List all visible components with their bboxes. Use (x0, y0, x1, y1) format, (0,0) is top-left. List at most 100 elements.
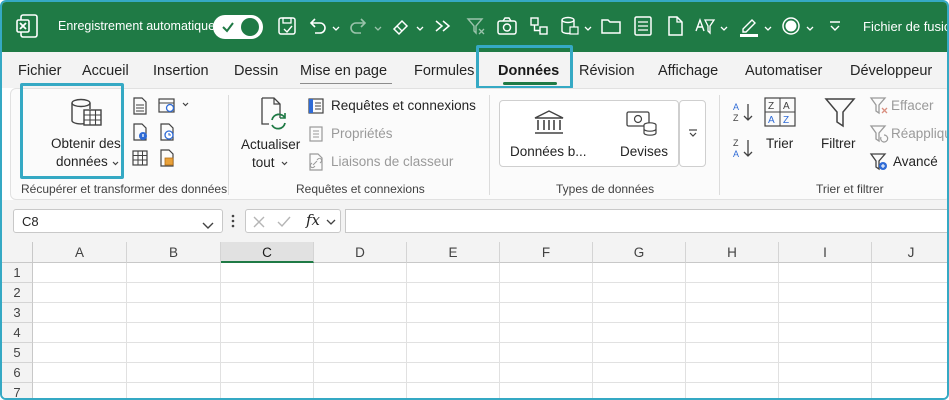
grid-cell[interactable] (686, 343, 779, 363)
grid-cell[interactable] (407, 303, 500, 323)
filter-label[interactable]: Filtrer (821, 136, 856, 151)
grid-cell[interactable] (872, 343, 947, 363)
grid-cell[interactable] (872, 263, 947, 283)
grid-cell[interactable] (314, 263, 407, 283)
grid-cell[interactable] (779, 343, 872, 363)
confirm-icon[interactable] (277, 215, 291, 229)
row-header-7[interactable]: 7 (2, 383, 33, 398)
grid-cell[interactable] (314, 343, 407, 363)
column-header-b[interactable]: B (127, 242, 221, 263)
database-dropdown-icon[interactable] (584, 20, 592, 31)
grid-cell[interactable] (127, 383, 221, 398)
grid-cell[interactable] (407, 263, 500, 283)
tab-developpeur[interactable]: Développeur (850, 63, 932, 79)
grid-cell[interactable] (500, 363, 593, 383)
data-types-more-button[interactable] (679, 100, 706, 167)
grid-cell[interactable] (779, 303, 872, 323)
grid-cell[interactable] (127, 283, 221, 303)
currencies-label[interactable]: Devises (620, 144, 668, 159)
grid-cell[interactable] (500, 303, 593, 323)
database-icon[interactable] (558, 15, 580, 37)
grid-cell[interactable] (686, 323, 779, 343)
refresh-all-label-line1[interactable]: Actualiser (241, 137, 300, 152)
column-header-a[interactable]: A (33, 242, 127, 263)
row-header-5[interactable]: 5 (2, 343, 33, 363)
grid-cell[interactable] (686, 303, 779, 323)
advanced-filter-icon[interactable] (869, 152, 889, 172)
eraser-icon[interactable] (390, 15, 412, 37)
formula-input[interactable] (345, 209, 947, 233)
grid-cell[interactable] (221, 303, 314, 323)
column-header-h[interactable]: H (686, 242, 779, 263)
name-box[interactable]: C8 (13, 209, 223, 233)
grid-cell[interactable] (872, 323, 947, 343)
grid-cell[interactable] (593, 283, 686, 303)
grid-cell[interactable] (872, 303, 947, 323)
column-header-d[interactable]: D (314, 242, 407, 263)
from-picture-icon[interactable] (158, 149, 176, 167)
stocks-label[interactable]: Données b... (510, 144, 587, 159)
tab-affichage[interactable]: Affichage (658, 63, 718, 79)
cancel-icon[interactable] (252, 215, 266, 229)
grid-cell[interactable] (314, 303, 407, 323)
grid-cell[interactable] (221, 383, 314, 398)
grid-cell[interactable] (221, 363, 314, 383)
grid-cell[interactable] (33, 323, 127, 343)
queries-connections-icon[interactable] (307, 97, 325, 115)
grid-cell[interactable] (779, 383, 872, 398)
grid-cell[interactable] (33, 343, 127, 363)
save-icon[interactable] (276, 15, 298, 37)
grid-cell[interactable] (33, 283, 127, 303)
tab-donnees[interactable]: Données (498, 63, 559, 79)
column-header-e[interactable]: E (407, 242, 500, 263)
grid-cell[interactable] (407, 343, 500, 363)
tab-formules[interactable]: Formules (414, 63, 474, 79)
get-data-label-line2[interactable]: données (56, 154, 108, 169)
grid-cell[interactable] (779, 323, 872, 343)
grid-cell[interactable] (127, 323, 221, 343)
recent-sources-icon[interactable] (158, 97, 180, 115)
grid-cell[interactable] (221, 343, 314, 363)
from-table-icon[interactable] (131, 149, 149, 167)
redo-icon[interactable] (348, 15, 370, 37)
grid-cell[interactable] (872, 363, 947, 383)
tab-automatiser[interactable]: Automatiser (745, 63, 822, 79)
column-header-i[interactable]: I (779, 242, 872, 263)
eraser-dropdown-icon[interactable] (416, 20, 424, 31)
row-header-6[interactable]: 6 (2, 363, 33, 383)
sort-icon[interactable]: ZAAZ (764, 97, 796, 127)
grid-cell[interactable] (314, 383, 407, 398)
grid-cell[interactable] (593, 323, 686, 343)
sort-a-to-z-icon[interactable]: AZ (732, 101, 754, 123)
sort-label[interactable]: Trier (766, 136, 793, 151)
refresh-all-label-line2[interactable]: tout (252, 155, 275, 170)
advanced-filter-label[interactable]: Avancé (893, 154, 938, 169)
grid-cell[interactable] (593, 263, 686, 283)
grid-cell[interactable] (593, 383, 686, 398)
grid-cell[interactable] (127, 363, 221, 383)
data-types-gallery[interactable]: Données b... Devises (499, 100, 679, 167)
sort-z-to-a-icon[interactable]: ZA (732, 137, 754, 159)
row-header-4[interactable]: 4 (2, 323, 33, 343)
grid-cell[interactable] (221, 263, 314, 283)
filter-icon[interactable] (824, 96, 856, 130)
from-text-csv-icon[interactable] (131, 97, 149, 115)
grid-cell[interactable] (686, 363, 779, 383)
grid-cell[interactable] (33, 363, 127, 383)
relationships-icon[interactable] (528, 15, 550, 37)
tab-insertion[interactable]: Insertion (153, 63, 209, 79)
form-icon[interactable] (632, 15, 654, 37)
highlight-pen-icon[interactable] (738, 15, 760, 37)
grid-cell[interactable] (686, 263, 779, 283)
chevron-down-icon[interactable] (281, 161, 288, 166)
tab-revision[interactable]: Révision (579, 63, 635, 79)
grid-cell[interactable] (33, 263, 127, 283)
grid-cell[interactable] (407, 283, 500, 303)
camera-icon[interactable] (496, 15, 518, 37)
row-header-2[interactable]: 2 (2, 283, 33, 303)
grid-cell[interactable] (314, 283, 407, 303)
column-header-c[interactable]: C (221, 242, 314, 263)
tab-accueil[interactable]: Accueil (82, 63, 129, 79)
from-web-icon[interactable] (131, 123, 149, 141)
more-options-icon[interactable] (231, 214, 235, 228)
